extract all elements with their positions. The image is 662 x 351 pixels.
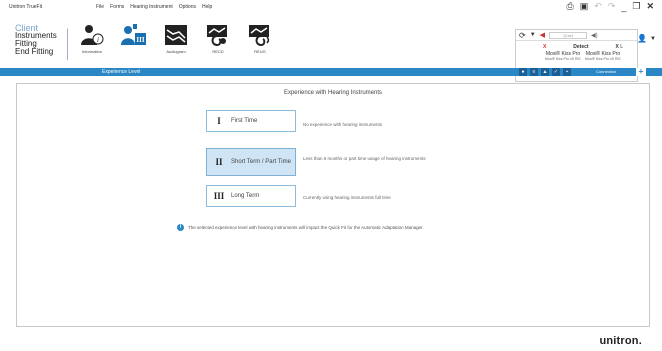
tab-information[interactable]: i Information [78,24,106,54]
add-icon[interactable]: + [636,68,646,76]
client-tabs: i Information III Audiogram RECD REUG [78,24,274,54]
tab-recd[interactable]: RECD [204,24,232,54]
left-ear-side: L [620,44,623,50]
tab-experience[interactable]: III [120,24,148,54]
person-experience-icon: III [121,24,147,46]
right-ear-mark: X [543,44,547,50]
menu-forms[interactable]: Forms [110,4,124,10]
detect-row: X Detect X L [543,44,623,50]
option-short-term-desc: Less than 6 months or part time usage of… [303,156,426,161]
brand-logo: unitron. [599,335,642,347]
title-bar: Unitron TrueFit File Forms Hearing Instr… [0,0,662,14]
minimize-icon[interactable]: _ [621,2,626,12]
tab-audiogram[interactable]: Audiogram [162,24,190,54]
program-quiet-field[interactable]: Quiet [549,31,588,39]
svg-text:III: III [136,36,144,44]
left-ear-mark: X [615,44,619,50]
user-tool-icon[interactable]: ● [519,68,527,76]
chat-tool-icon[interactable]: ▪ [563,68,571,76]
recd-icon [205,24,231,47]
section-label: Experience Level [102,69,141,75]
speaker-mute-icon[interactable]: ◀ [540,31,545,39]
option-first-time-desc: No experience with hearing instruments [303,122,383,127]
header-nav: Client Instruments Fitting End Fitting i… [0,14,662,82]
option-short-term-label: Short Term / Part Time [231,158,291,165]
menu-hearing-instrument[interactable]: Hearing Instrument [130,4,173,10]
refresh-icon[interactable]: ⟳ [519,31,526,40]
menu-options[interactable]: Options [179,4,196,10]
check-tool-icon[interactable]: ✓ [552,68,560,76]
user-icon[interactable]: 👤 [637,34,647,44]
option-long-term-numeral: III [213,191,225,201]
user-dropdown-icon[interactable]: ▼ [650,34,656,44]
menu-bar: File Forms Hearing Instrument Options He… [96,4,212,10]
close-icon[interactable]: ✕ [646,1,654,12]
menu-help[interactable]: Help [202,4,212,10]
detect-button[interactable]: Detect [573,44,588,50]
save-icon[interactable]: ▣ [580,1,589,12]
user-controls: 👤 ▼ [637,34,656,44]
title-bar-actions: ⎙ ▣ ↶ ↷ _ ❐ ✕ [567,1,654,12]
device-toolbar: ⟳ ▼ ◀ Quiet ◀) [516,30,637,41]
option-short-term-numeral: II [215,157,223,167]
option-first-time[interactable]: I First Time [206,110,296,132]
left-device[interactable]: Moxi® Kiss Pro Moxi® Kiss Pro xS RIC [583,52,623,62]
undo-icon[interactable]: ↶ [594,1,602,12]
info-note-text: The selected experience level with heari… [188,225,424,230]
page-title: Experience with Hearing Instruments [283,90,383,96]
section-tools: ● ≡ ▲ ✓ ▪ [519,68,571,76]
tab-reug[interactable]: REUG [246,24,274,54]
info-icon: i [177,224,184,231]
audiogram-icon [163,24,189,46]
menu-file[interactable]: File [96,4,104,10]
section-bar: Experience Level ● ≡ ▲ ✓ ▪ Connection + [0,68,662,76]
list-tool-icon[interactable]: ≡ [530,68,538,76]
reug-icon [247,24,273,47]
restore-icon[interactable]: ❐ [632,1,640,12]
print-icon[interactable]: ⎙ [567,1,574,12]
info-note: i The selected experience level with hea… [177,224,424,231]
person-info-icon: i [79,24,105,46]
redo-icon[interactable]: ↷ [608,1,616,12]
svg-text:i: i [97,36,99,44]
option-long-term[interactable]: III Long Term [206,185,296,207]
tab-information-label: Information [81,49,102,54]
dropdown-chevron-icon[interactable]: ▼ [530,32,536,38]
right-device-model: Moxi® Kiss Pro xS RIC [544,57,582,61]
tab-audiogram-label: Audiogram [166,49,186,54]
right-device[interactable]: Moxi® Kiss Pro Moxi® Kiss Pro xS RIC [543,52,583,62]
tab-reug-label: REUG [254,49,266,54]
option-first-time-label: First Time [231,117,258,124]
left-device-model: Moxi® Kiss Pro xS RIC [584,57,622,61]
option-long-term-desc: Currently using hearing instruments full… [303,195,391,200]
option-long-term-label: Long Term [231,192,260,199]
option-short-term[interactable]: II Short Term / Part Time [206,148,296,176]
device-models: Moxi® Kiss Pro Moxi® Kiss Pro xS RIC Mox… [543,52,623,62]
warning-tool-icon[interactable]: ▲ [541,68,549,76]
option-first-time-numeral: I [217,116,221,126]
tab-recd-label: RECD [212,49,224,54]
connection-label[interactable]: Connection [596,68,616,76]
app-title: Unitron TrueFit [9,4,43,10]
experience-panel: Experience with Hearing Instruments I Fi… [16,83,650,327]
volume-icon[interactable]: ◀) [591,32,598,39]
nav-chevron [60,28,68,60]
